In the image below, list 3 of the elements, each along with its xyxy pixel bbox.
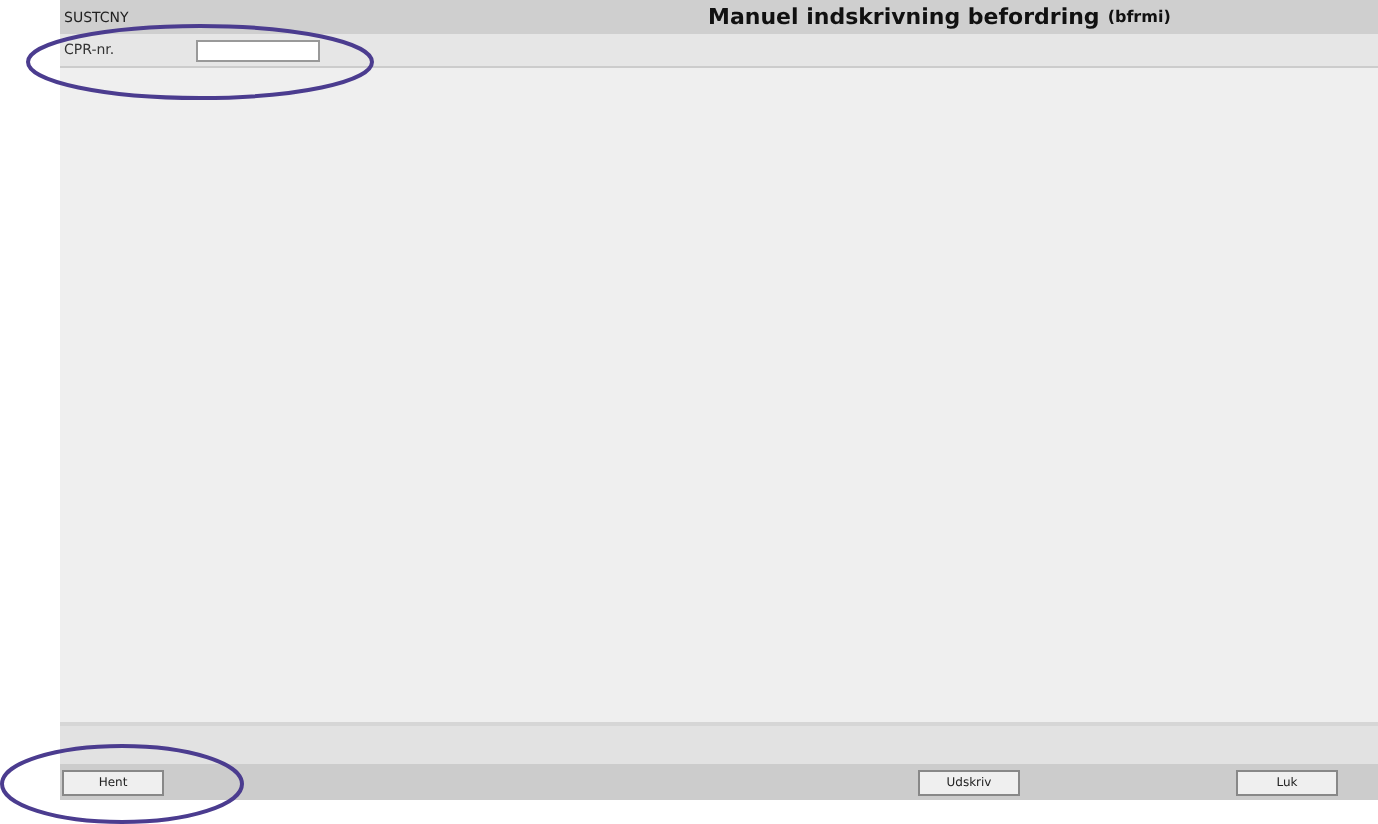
form-code: (bfrmi) [1107,8,1171,26]
cpr-input-field[interactable] [196,39,320,61]
window-title: Manuel indskrivning befordring [708,4,1100,30]
